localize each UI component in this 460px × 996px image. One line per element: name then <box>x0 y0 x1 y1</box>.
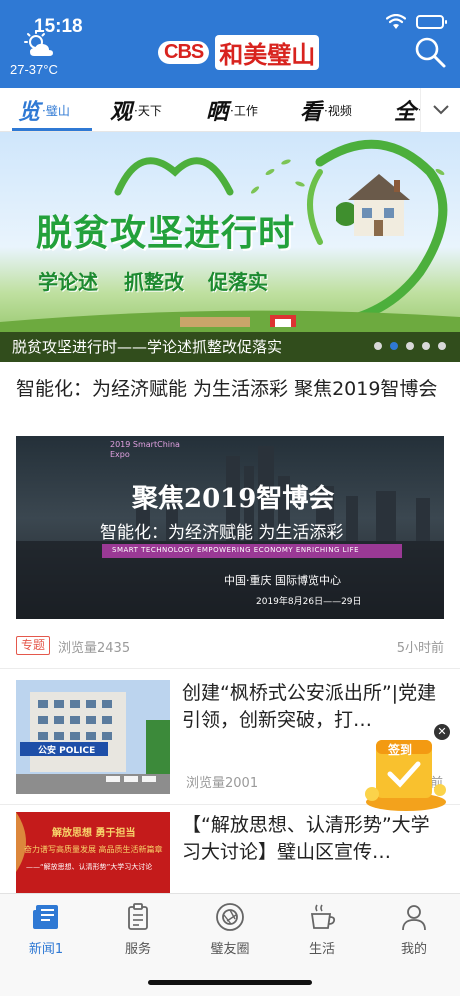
nav-label: 我的 <box>400 942 427 957</box>
chevron-down-icon <box>432 105 449 115</box>
category-tabs: 览 ·璧山 观 ·天下 晒 ·工作 看 ·视频 全 · <box>0 88 460 132</box>
close-icon[interactable]: ✕ <box>434 724 450 740</box>
carousel-dot[interactable] <box>438 342 446 350</box>
active-tab-indicator <box>12 128 92 131</box>
thumb-line: 解放思想 勇于担当 <box>52 828 136 839</box>
signin-label: 签到 <box>388 743 413 757</box>
app-header: 15:18 27-37°C CBS 和美璧山 <box>0 0 460 88</box>
tab-all[interactable]: 全 · <box>394 88 422 132</box>
logo-title: 和美璧山 <box>215 34 320 70</box>
hero-carousel[interactable]: 脱贫攻坚进行时 学论述 抓整改 促落实 脱贫攻坚进行时——学论述抓整改促落实 <box>0 132 460 362</box>
nav-news[interactable]: 新闻1 <box>0 902 92 962</box>
banner-caption: 脱贫攻坚进行时——学论述抓整改促落实 <box>12 338 283 356</box>
expo-english: SMART TECHNOLOGY EMPOWERING ECONOMY ENRI… <box>112 546 360 554</box>
tab-suffix: ·工作 <box>230 103 258 118</box>
temperature-label: 27-37°C <box>10 62 58 77</box>
carousel-dot[interactable] <box>374 342 382 350</box>
nav-moments[interactable]: 璧友圈 <box>184 902 276 962</box>
home-indicator[interactable] <box>148 980 312 985</box>
carousel-indicator <box>374 342 446 350</box>
camera-shutter-icon <box>216 903 244 931</box>
nav-label: 服务 <box>124 942 151 957</box>
carousel-dot[interactable] <box>406 342 414 350</box>
nav-label: 新闻1 <box>28 942 64 957</box>
tab-world[interactable]: 观 ·天下 <box>110 88 162 132</box>
article-thumbnail: 公安 POLICE <box>16 680 170 794</box>
featured-meta: 专题 浏览量2435 5小时前 <box>16 636 444 656</box>
article-title: 【“解放思想、认清形势”大学习大讨论】璧山区宣传… <box>182 814 430 863</box>
logo-cbs: CBS <box>158 40 210 64</box>
tab-char: 晒 <box>206 99 229 125</box>
banner-slogan: 学论述 <box>38 270 98 294</box>
police-building-image <box>16 680 170 794</box>
wifi-icon <box>386 14 406 29</box>
expo-logo-text: 2019 SmartChina Expo <box>110 440 180 459</box>
nav-services[interactable]: 服务 <box>92 902 184 962</box>
expo-subtitle: 智能化：为经济赋能 为生活添彩 <box>100 523 344 543</box>
sun-cloud-icon <box>24 30 53 56</box>
topic-badge: 专题 <box>16 636 51 655</box>
clipboard-icon <box>128 903 148 930</box>
tab-suffix: ·璧山 <box>42 103 70 118</box>
article-thumbnail: 解放思想 勇于担当 奋力谱写高质量发展 高品质生活新篇章 ——“解放思想、认清形… <box>16 812 170 894</box>
coffee-cup-icon <box>310 904 336 929</box>
thumb-line: ——“解放思想、认清形势”大学习大讨论 <box>26 863 153 871</box>
carousel-dot[interactable] <box>422 342 430 350</box>
tab-bishan[interactable]: 览 ·璧山 <box>18 88 70 132</box>
app-logo: CBS 和美璧山 <box>158 34 320 70</box>
tab-suffix: ·天下 <box>134 103 162 118</box>
status-indicators <box>386 14 447 30</box>
banner-caption-bar: 脱贫攻坚进行时——学论述抓整改促落实 <box>0 332 460 362</box>
tab-char: 览 <box>18 99 41 125</box>
person-icon <box>402 905 426 931</box>
house-image <box>336 174 410 236</box>
tab-work[interactable]: 晒 ·工作 <box>206 88 258 132</box>
banner-slogan: 抓整改 <box>124 270 184 294</box>
banner-headline: 脱贫攻坚进行时 <box>36 213 296 254</box>
divider <box>0 668 460 669</box>
nav-label: 璧友圈 <box>210 942 250 957</box>
search-icon[interactable] <box>412 34 448 70</box>
banner-slogan: 促落实 <box>208 270 268 294</box>
news-icon <box>33 905 58 929</box>
view-count: 浏览量2435 <box>58 641 131 656</box>
expo-headline: 聚焦2019智博会 <box>132 484 335 514</box>
nav-profile[interactable]: 我的 <box>368 902 460 962</box>
carousel-dot[interactable] <box>390 342 398 350</box>
expo-dates: 2019年8月26日——29日 <box>256 597 362 607</box>
police-sign: 公安 POLICE <box>38 746 96 756</box>
expo-venue: 中国·重庆 国际博览中心 <box>224 574 341 587</box>
daily-signin-widget[interactable]: 签到 ✕ <box>356 724 454 814</box>
tab-video[interactable]: 看 ·视频 <box>300 88 352 132</box>
tab-suffix: ·视频 <box>324 103 352 118</box>
featured-article-image[interactable]: 2019 SmartChina Expo 聚焦2019智博会 智能化：为经济赋能… <box>16 436 444 619</box>
thumb-line: 奋力谱写高质量发展 高品质生活新篇章 <box>24 845 163 854</box>
nav-label: 生活 <box>308 942 335 957</box>
tab-char: 看 <box>300 99 323 125</box>
time-ago: 5小时前 <box>396 641 444 656</box>
tab-char: 观 <box>110 99 133 125</box>
battery-icon <box>416 15 447 29</box>
nav-life[interactable]: 生活 <box>276 902 368 962</box>
featured-article-title[interactable]: 智能化：为经济赋能 为生活添彩 聚焦2019智博会 <box>16 376 446 403</box>
view-count: 浏览量2001 <box>186 776 259 791</box>
tab-char: 全 <box>394 99 417 125</box>
expand-tabs-button[interactable] <box>420 88 460 132</box>
